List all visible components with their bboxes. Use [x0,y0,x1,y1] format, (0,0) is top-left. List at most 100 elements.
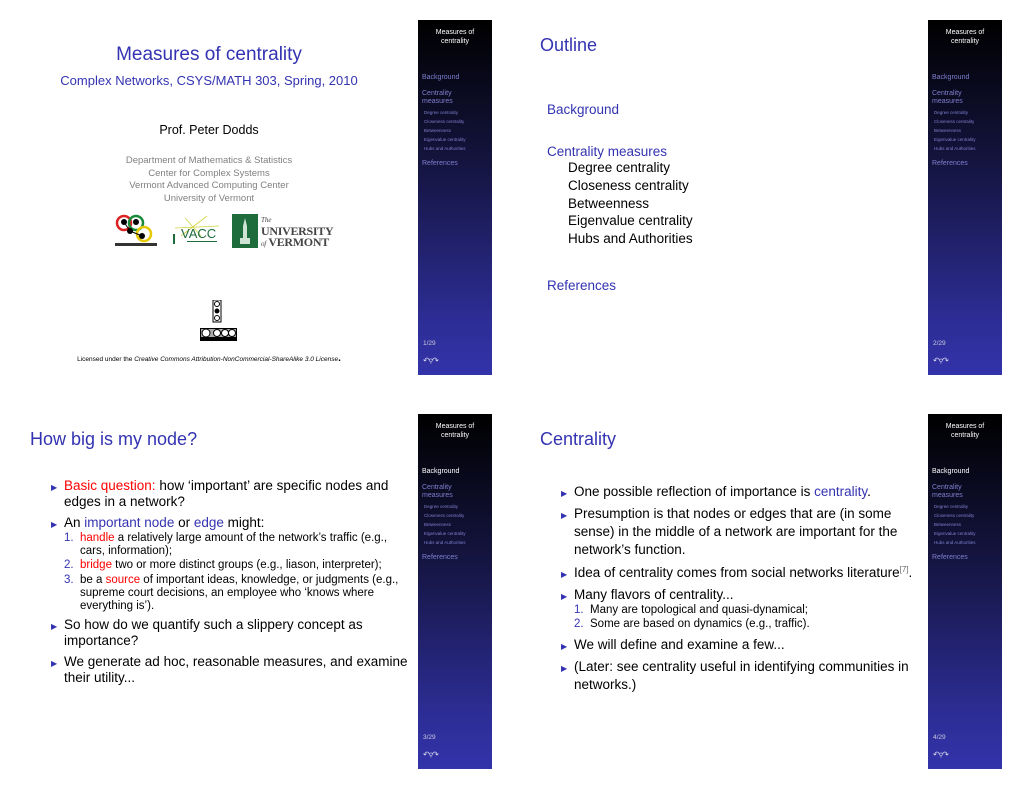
institution: Vermont Advanced Computing Center [129,180,289,191]
outline-section-background[interactable]: Background [547,102,693,117]
sidebar-nav: Measures of centrality Background Central… [418,20,492,375]
sidebar-item-centrality-measures[interactable]: Centrality measures [932,90,1000,106]
bullet-item: Basic question: how ‘important’ are spec… [48,478,408,510]
redo-arrow-icon[interactable]: ↷ [942,356,949,365]
author-name: Prof. Peter Dodds [159,123,259,137]
numbered-item: 1. handle a relatively large amount of th… [64,532,388,558]
sidebar-item-background[interactable]: Background [932,468,1000,476]
sidebar-title[interactable]: Measures of centrality [418,422,492,440]
sidebar-item-background[interactable]: Background [932,74,1000,82]
sidebar-subitem-closeness[interactable]: Closeness centrality [422,511,490,520]
institution: University of Vermont [163,192,255,204]
sidebar-subitem-closeness[interactable]: Closeness centrality [932,117,1000,126]
outline-subsection[interactable]: Eigenvalue centrality [547,212,693,230]
slide-title: How big is my node? [30,429,198,449]
uvm-logo: The UNIVERSITY of VERMONT [232,214,334,249]
sidebar-item-centrality-measures[interactable]: Centrality measures [422,90,490,106]
nav-controls: ↶⚲↷ [933,356,949,365]
bullet-item: One possible reflection of importance is… [558,484,918,502]
page-number: 2/29 [933,340,946,347]
sidebar-item-centrality-measures[interactable]: Centrality measures [422,484,490,500]
bullet-item: Many flavors of centrality... [558,587,918,605]
presentation-title: Measures of centrality [116,44,302,65]
bullet-item: Presumption is that nodes or edges that … [558,505,918,559]
license-text: Licensed under the Creative Commons Attr… [77,353,341,364]
sidebar-subitem-eigenvalue[interactable]: Eigenvalue centrality [932,529,1000,538]
bullet-item: We generate ad hoc, reasonable measures,… [48,654,408,686]
institutions: Department of Mathematics & Statistics C… [0,155,418,205]
outline-subsection[interactable]: Hubs and Authorities [547,230,693,248]
presentation-subtitle: Complex Networks, CSYS/MATH 303, Spring,… [60,73,358,88]
sidebar-subitem-degree[interactable]: Degree centrality [932,108,1000,117]
slide-content: Measures of centrality Complex Networks,… [0,20,418,375]
numbered-item: 2. Some are based on dynamics (e.g., traf… [574,618,810,631]
page-number: 4/29 [933,734,946,741]
institution: Center for Complex Systems [148,167,270,179]
sidebar-item-references[interactable]: References [932,554,1000,562]
vacc-text: VACC [181,226,216,241]
sidebar-subitem-degree[interactable]: Degree centrality [422,502,490,511]
sidebar-subitem-closeness[interactable]: Closeness centrality [422,117,490,126]
sidebar-subitem-degree[interactable]: Degree centrality [422,108,490,117]
sidebar-subitem-betweenness[interactable]: Betweenness [932,520,1000,529]
traffic-light-icon [212,299,222,323]
sidebar-item-references[interactable]: References [422,160,490,168]
uvm-vermont-text: VERMONT [268,235,329,249]
sidebar-subitem-eigenvalue[interactable]: Eigenvalue centrality [932,135,1000,144]
creative-commons-badge-icon [200,328,237,341]
numbered-list: 1. Many are topological and quasi-dynamic… [558,604,918,631]
sidebar-subitem-betweenness[interactable]: Betweenness [932,126,1000,135]
slide-4-centrality: Centrality One possible reflection of im… [510,414,1002,769]
bullet-item: (Later: see centrality useful in identif… [558,658,918,694]
sidebar-title[interactable]: Measures of centrality [928,28,1002,46]
sidebar-title[interactable]: Measures of centrality [928,422,1002,440]
nav-controls: ↶⚲↷ [423,750,439,759]
uvm-tower-emblem [232,214,258,248]
sidebar-item-background[interactable]: Background [422,74,490,82]
license-link[interactable]: Creative Commons Attribution-NonCommerci… [134,356,338,363]
sidebar-item-references[interactable]: References [422,554,490,562]
redo-arrow-icon[interactable]: ↷ [942,750,949,759]
complex-systems-center-logo [115,214,157,246]
slide-title: Centrality [540,429,617,449]
slide-2-outline: Outline Background Centrality measures D… [510,20,1002,375]
sidebar-subitem-eigenvalue[interactable]: Eigenvalue centrality [422,529,490,538]
sidebar-nav: Measures of centrality Background Central… [418,414,492,769]
logos: VACC The UNIVERSITY of VERMONT [114,214,334,254]
outline-section-references[interactable]: References [547,278,693,293]
uvm-of-text: of [261,240,266,248]
vacc-logo: VACC [173,215,220,244]
redo-arrow-icon[interactable]: ↷ [432,356,439,365]
numbered-item: 2. bridge two or more distinct groups (e.… [64,559,382,572]
slide-content: Outline Background Centrality measures D… [510,20,928,375]
redo-arrow-icon[interactable]: ↷ [432,750,439,759]
outline-subsection[interactable]: Betweenness [547,195,693,213]
sidebar-subitem-betweenness[interactable]: Betweenness [422,520,490,529]
sidebar-subitem-hubs[interactable]: Hubs and Authorities [422,538,490,547]
sidebar-subitem-hubs[interactable]: Hubs and Authorities [932,144,1000,153]
slide-3-how-big: How big is my node? Basic question: how … [0,414,492,769]
outline-subsection[interactable]: Degree centrality [547,159,693,177]
nav-controls: ↶⚲↷ [933,750,949,759]
outline-subsection[interactable]: Closeness centrality [547,177,693,195]
citation[interactable]: [7] [900,565,909,574]
institution: Department of Mathematics & Statistics [125,155,293,166]
outline-section-centrality[interactable]: Centrality measures [547,144,693,159]
sidebar-item-centrality-measures[interactable]: Centrality measures [932,484,1000,500]
sidebar-subitem-hubs[interactable]: Hubs and Authorities [422,144,490,153]
bullet-item: So how do we quantify such a slippery co… [48,617,408,649]
sidebar-title[interactable]: Measures of centrality [418,28,492,46]
sidebar-subitem-degree[interactable]: Degree centrality [932,502,1000,511]
slide-1-title: Measures of centrality Complex Networks,… [0,20,492,375]
slide-content: How big is my node? Basic question: how … [0,414,418,769]
bullet-item: An important node or edge might: [48,515,408,533]
sidebar-subitem-closeness[interactable]: Closeness centrality [932,511,1000,520]
bullet-list: One possible reflection of importance is… [558,484,918,699]
sidebar-subitem-hubs[interactable]: Hubs and Authorities [932,538,1000,547]
sidebar-item-background[interactable]: Background [422,468,490,476]
numbered-item: 3. be a source of important ideas, knowle… [64,573,399,613]
numbered-list: 1. handle a relatively large amount of th… [48,532,408,613]
sidebar-subitem-eigenvalue[interactable]: Eigenvalue centrality [422,135,490,144]
sidebar-subitem-betweenness[interactable]: Betweenness [422,126,490,135]
sidebar-item-references[interactable]: References [932,160,1000,168]
